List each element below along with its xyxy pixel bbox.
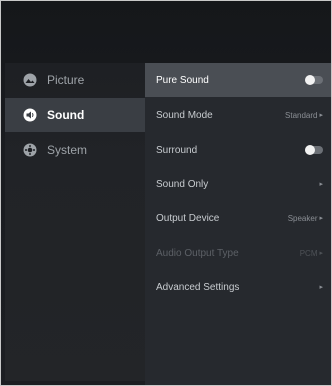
nav-item-picture[interactable]: Picture [5,63,145,97]
advanced-settings-arrow: ▸ [317,283,323,291]
setting-label: Sound Mode [156,109,213,121]
setting-label: Pure Sound [156,74,209,86]
chevron-right-icon: ▸ [319,250,323,257]
setting-sound-only[interactable]: Sound Only ▸ [145,167,331,201]
audio-output-type-value: PCM ▸ [299,248,323,258]
sound-mode-value: Standard ▸ [285,110,323,120]
nav-item-label: Picture [47,73,85,87]
setting-surround[interactable]: Surround [145,133,331,167]
speaker-icon [23,108,37,122]
setting-sound-mode[interactable]: Sound Mode Standard ▸ [145,98,331,132]
setting-label: Advanced Settings [156,281,240,293]
toggle-knob [305,145,315,155]
picture-icon [23,73,37,87]
chevron-right-icon: ▸ [319,112,323,119]
surround-toggle[interactable] [305,145,323,155]
tv-settings-screen: Picture Sound System Pure Sound Sound Mo… [0,0,332,386]
nav-item-label: System [47,143,88,157]
setting-audio-output-type: Audio Output Type PCM ▸ [145,236,331,270]
setting-label: Sound Only [156,178,209,190]
sound-only-arrow: ▸ [317,180,323,188]
toggle-knob [305,75,315,85]
nav-item-sound[interactable]: Sound [5,98,145,132]
chevron-right-icon: ▸ [319,215,323,222]
setting-advanced-settings[interactable]: Advanced Settings ▸ [145,270,331,304]
chevron-right-icon: ▸ [319,284,323,291]
setting-label: Output Device [156,212,220,224]
setting-output-device[interactable]: Output Device Speaker ▸ [145,201,331,235]
system-icon [23,143,37,157]
nav-item-system[interactable]: System [5,133,145,167]
setting-label: Audio Output Type [156,247,239,259]
chevron-right-icon: ▸ [319,181,323,188]
setting-label: Surround [156,144,198,156]
pure-sound-toggle[interactable] [305,75,323,85]
nav-item-label: Sound [47,108,85,122]
output-device-value: Speaker ▸ [287,213,323,223]
setting-pure-sound[interactable]: Pure Sound [145,63,331,97]
